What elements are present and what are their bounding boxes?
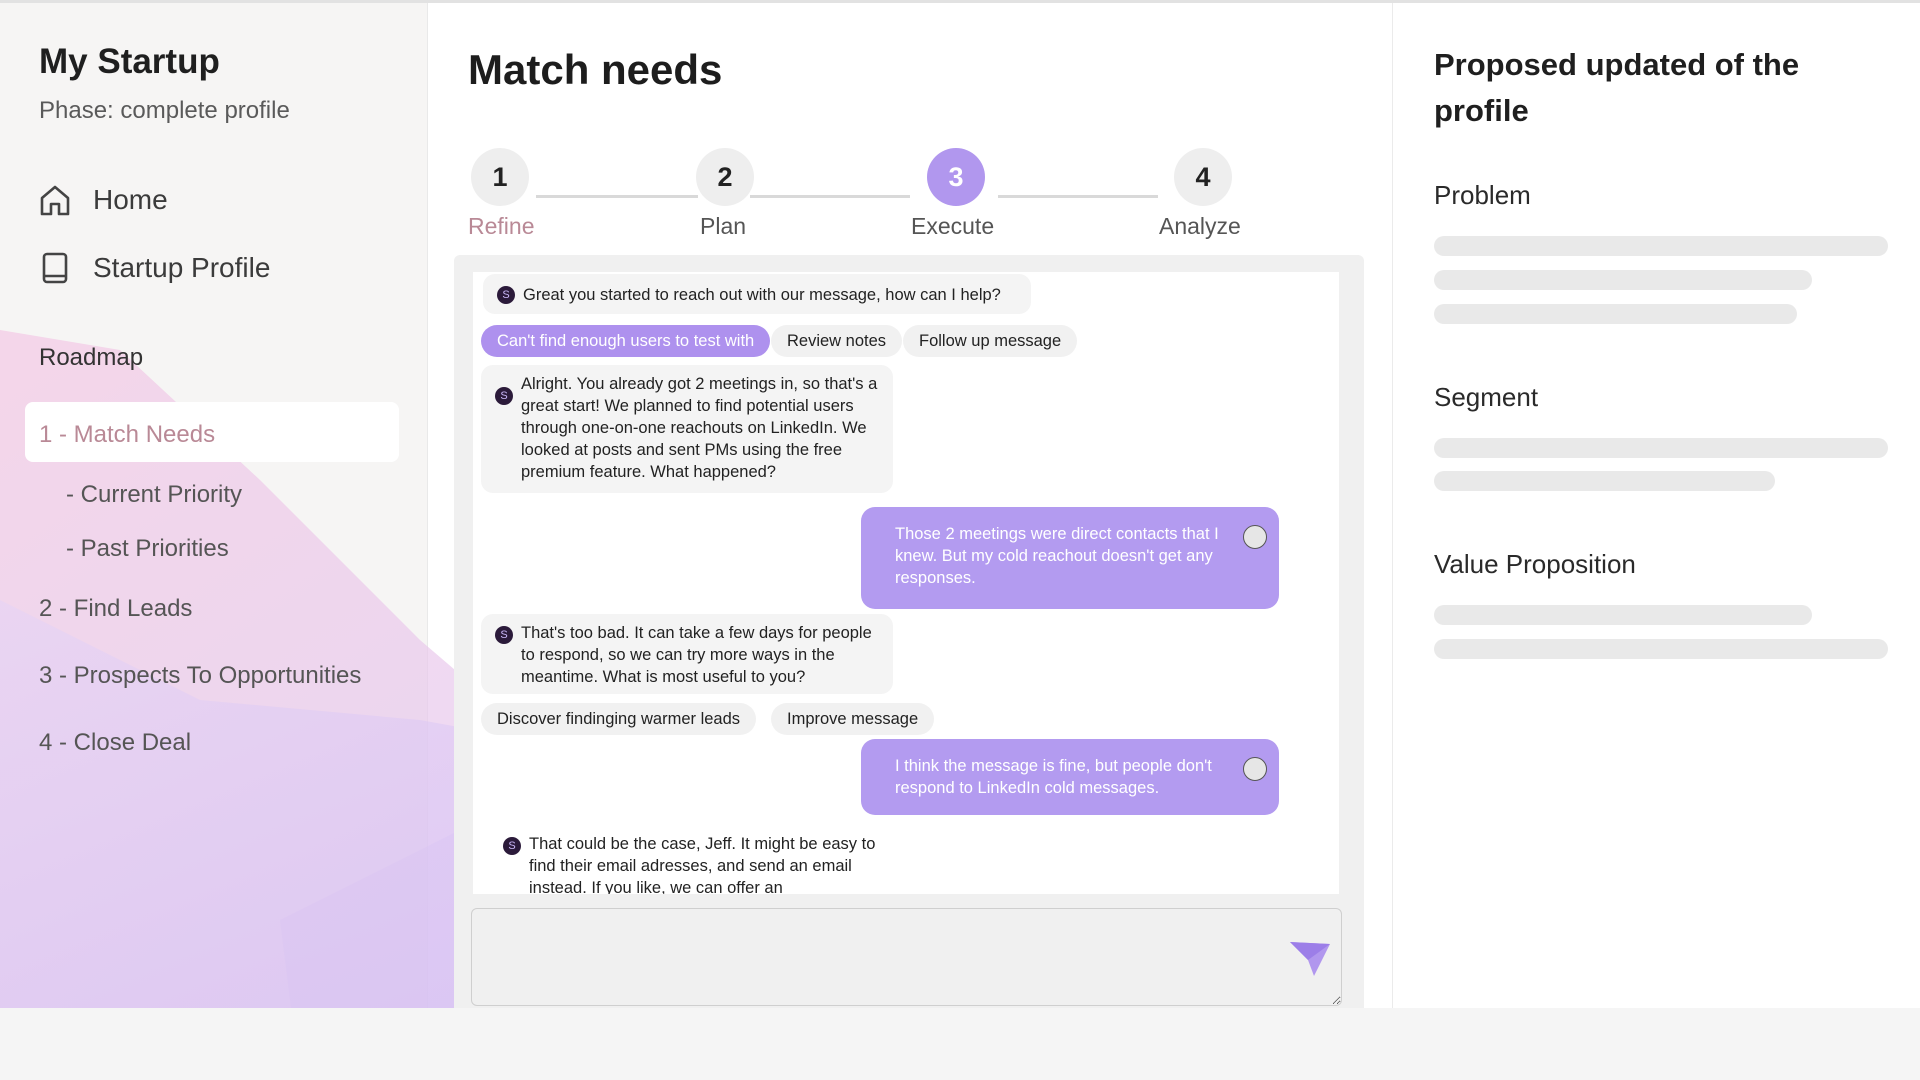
step-connector	[536, 195, 698, 198]
chat-scroll-area[interactable]: S Great you started to reach out with ou…	[473, 272, 1339, 894]
skeleton-line	[1434, 438, 1888, 458]
nav-home-label: Home	[93, 184, 168, 215]
section-value-proposition: Value Proposition	[1434, 549, 1636, 579]
bot-message: S That's too bad. It can take a few days…	[481, 614, 893, 694]
message-text: Great you started to reach out with our …	[523, 286, 1001, 304]
roadmap-item-close-deal[interactable]: 4 - Close Deal	[39, 729, 191, 757]
user-avatar	[1243, 525, 1267, 549]
step-connector	[750, 195, 910, 198]
roadmap-item-find-leads[interactable]: 2 - Find Leads	[39, 595, 192, 623]
message-text: That's too bad. It can take a few days f…	[521, 624, 872, 686]
step-1-label: Refine	[468, 213, 535, 239]
message-text: That could be the case, Jeff. It might b…	[529, 835, 876, 894]
stepper: 1 2 3 4 Refine Plan Execute Analyze	[466, 145, 1256, 245]
nav-startup-profile-label: Startup Profile	[93, 252, 271, 283]
chat-input[interactable]	[471, 908, 1342, 1006]
step-2-label: Plan	[700, 213, 747, 239]
user-message: I think the message is fine, but people …	[861, 739, 1279, 815]
skeleton-line	[1434, 304, 1797, 324]
suggestion-chip-review-notes[interactable]: Review notes	[771, 325, 903, 357]
roadmap-heading: Roadmap	[39, 344, 144, 371]
home-icon	[40, 185, 70, 216]
nav-startup-profile[interactable]: Startup Profile	[39, 251, 270, 285]
suggestion-chip-improve-message[interactable]: Improve message	[771, 703, 935, 735]
skeleton-line	[1434, 605, 1812, 625]
bot-avatar-icon: S	[503, 837, 521, 855]
step-1-circle[interactable]: 1	[471, 148, 529, 206]
step-4-circle[interactable]: 4	[1174, 148, 1232, 206]
nav-home[interactable]: Home	[39, 183, 168, 217]
skeleton-line	[1434, 236, 1888, 256]
step-4-label: Analyze	[1159, 213, 1241, 239]
user-message: Those 2 meetings were direct contacts th…	[861, 507, 1279, 609]
roadmap-sub-past-priorities[interactable]: - Past Priorities	[66, 535, 229, 563]
bot-message: S Alright. You already got 2 meetings in…	[481, 365, 893, 493]
roadmap-item-prospects[interactable]: 3 - Prospects To Opportunities	[39, 662, 361, 690]
suggestion-chip-warmer-leads[interactable]: Discover findinging warmer leads	[481, 703, 757, 735]
bot-avatar-icon: S	[497, 286, 515, 304]
message-text: I think the message is fine, but people …	[895, 757, 1212, 797]
send-icon[interactable]	[1288, 938, 1332, 978]
roadmap-sub-current-priority[interactable]: - Current Priority	[66, 481, 242, 509]
skeleton-line	[1434, 639, 1888, 659]
bottom-band	[0, 1008, 1920, 1080]
step-connector	[998, 195, 1158, 198]
page-title: Match needs	[468, 46, 723, 93]
right-panel	[1392, 3, 1920, 1008]
step-2-circle[interactable]: 2	[696, 148, 754, 206]
bot-message: S That could be the case, Jeff. It might…	[489, 825, 895, 894]
user-avatar	[1243, 757, 1267, 781]
section-problem: Problem	[1434, 180, 1531, 210]
skeleton-line	[1434, 270, 1812, 290]
suggestion-chip-users[interactable]: Can't find enough users to test with	[481, 325, 771, 357]
message-text: Alright. You already got 2 meetings in, …	[521, 375, 878, 481]
phase-label: Phase: complete profile	[39, 97, 290, 124]
suggestion-chip-follow-up[interactable]: Follow up message	[903, 325, 1078, 357]
book-icon	[42, 252, 68, 284]
step-3-circle[interactable]: 3	[927, 148, 985, 206]
message-text: Those 2 meetings were direct contacts th…	[895, 525, 1219, 587]
section-segment: Segment	[1434, 382, 1539, 412]
step-3-label: Execute	[911, 213, 995, 239]
app-title: My Startup	[39, 42, 220, 81]
skeleton-line	[1434, 471, 1775, 491]
proposal-title: Proposed updated of the profile	[1434, 47, 1800, 128]
bot-message: S Great you started to reach out with ou…	[483, 274, 1031, 314]
bot-avatar-icon: S	[495, 387, 513, 405]
bot-avatar-icon: S	[495, 626, 513, 644]
roadmap-item-match-needs[interactable]: 1 - Match Needs	[39, 421, 215, 449]
